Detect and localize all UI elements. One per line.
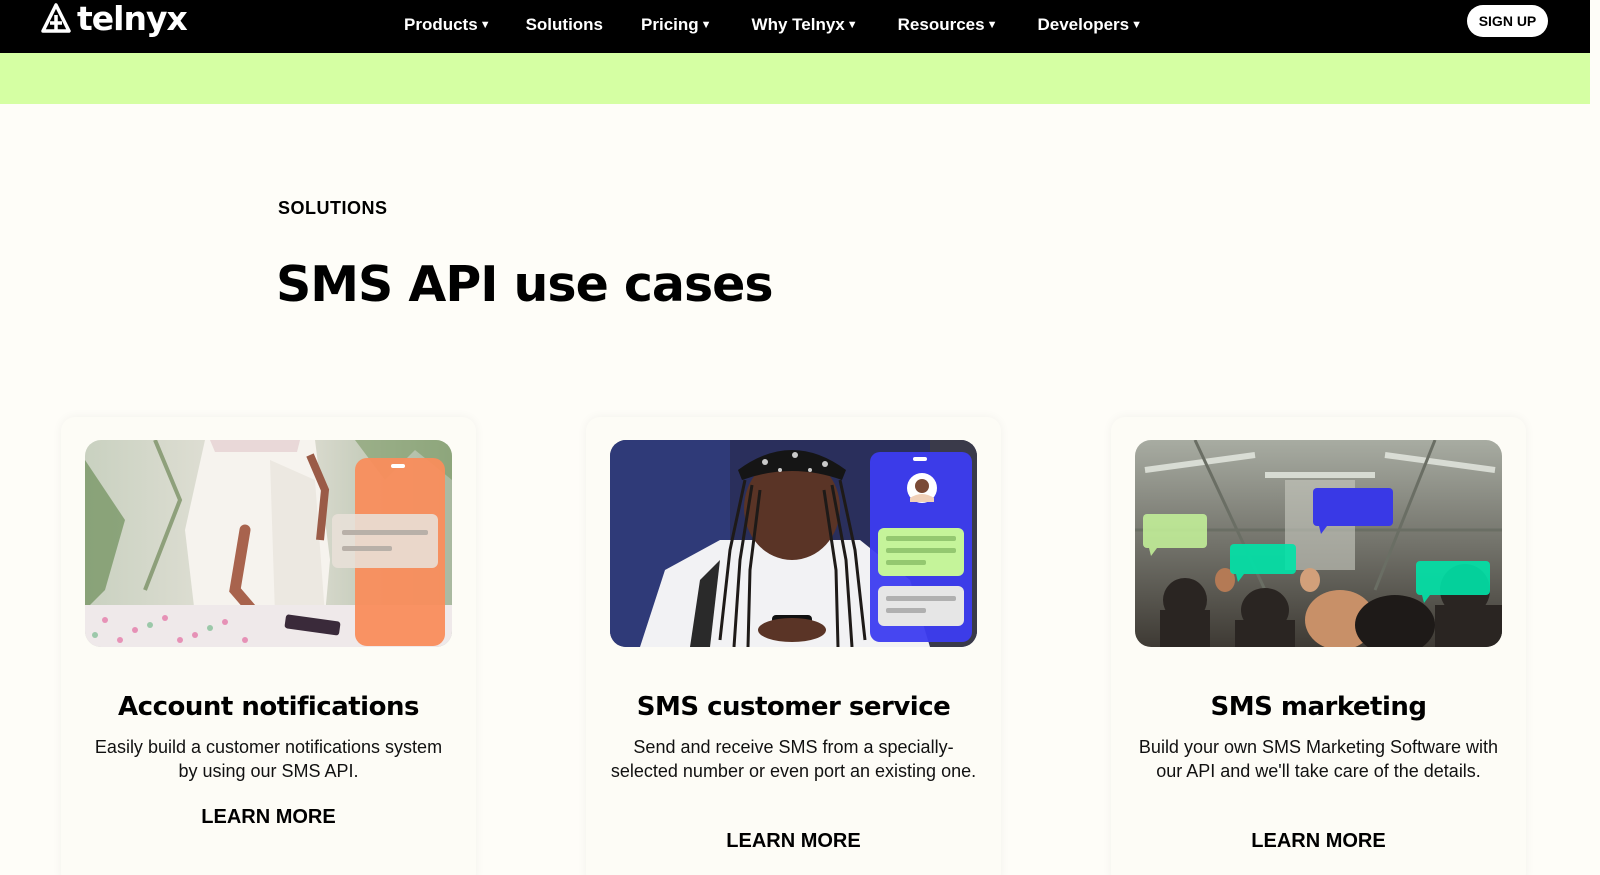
telnyx-logo[interactable]: telnyx (39, 0, 188, 38)
caret-down-icon: ▼ (846, 19, 858, 31)
nav-why-telnyx[interactable]: Why Telnyx ▼ (752, 15, 858, 35)
learn-more-link[interactable]: LEARN MORE (586, 830, 1001, 853)
subway-commuters-messages-photo (1135, 440, 1502, 647)
main-navigation: Products ▼ Solutions Pricing ▼ Why Telny… (404, 0, 1142, 50)
nav-solutions[interactable]: Solutions (526, 15, 603, 35)
use-case-card-account-notifications: Account notifications Easily build a cus… (61, 417, 476, 875)
announcement-banner (0, 53, 1590, 104)
use-case-card-sms-customer-service: SMS customer service Send and receive SM… (586, 417, 1001, 875)
nav-developers-label: Developers (1037, 15, 1130, 34)
caret-down-icon: ▼ (986, 19, 998, 31)
card-title: SMS marketing (1210, 692, 1427, 722)
use-case-card-sms-marketing: SMS marketing Build your own SMS Marketi… (1111, 417, 1526, 875)
nav-products-label: Products (404, 15, 478, 34)
caret-down-icon: ▼ (1131, 19, 1143, 31)
page-title: SMS API use cases (276, 256, 774, 313)
nav-resources[interactable]: Resources ▼ (898, 15, 998, 35)
top-navbar: telnyx Products ▼ Solutions Pricing ▼ Wh… (0, 0, 1590, 53)
nav-resources-label: Resources (897, 15, 985, 34)
nav-developers[interactable]: Developers ▼ (1037, 15, 1142, 35)
telnyx-logo-icon (41, 3, 71, 33)
nav-why-telnyx-label: Why Telnyx (751, 15, 845, 34)
learn-more-link[interactable]: LEARN MORE (1111, 830, 1526, 853)
nav-pricing[interactable]: Pricing ▼ (641, 15, 712, 35)
caret-down-icon: ▼ (700, 19, 712, 31)
nav-solutions-label: Solutions (525, 15, 604, 34)
card-description: Easily build a customer notifications sy… (94, 737, 443, 781)
card-title: SMS customer service (636, 692, 951, 722)
caret-down-icon: ▼ (479, 19, 491, 31)
nav-products[interactable]: Products ▼ (404, 15, 491, 35)
nav-pricing-label: Pricing (641, 15, 699, 34)
girl-texting-chat-photo (610, 440, 977, 647)
card-description: Build your own SMS Marketing Software wi… (1138, 737, 1499, 781)
section-eyebrow: SOLUTIONS (278, 198, 388, 218)
card-title: Account notifications (118, 692, 419, 722)
card-description: Send and receive SMS from a specially-se… (610, 737, 977, 781)
woman-with-phone-notification-photo (85, 440, 452, 647)
logo-wordmark: telnyx (77, 0, 188, 38)
learn-more-link[interactable]: LEARN MORE (61, 806, 476, 829)
sign-up-button[interactable]: SIGN UP (1467, 5, 1548, 37)
